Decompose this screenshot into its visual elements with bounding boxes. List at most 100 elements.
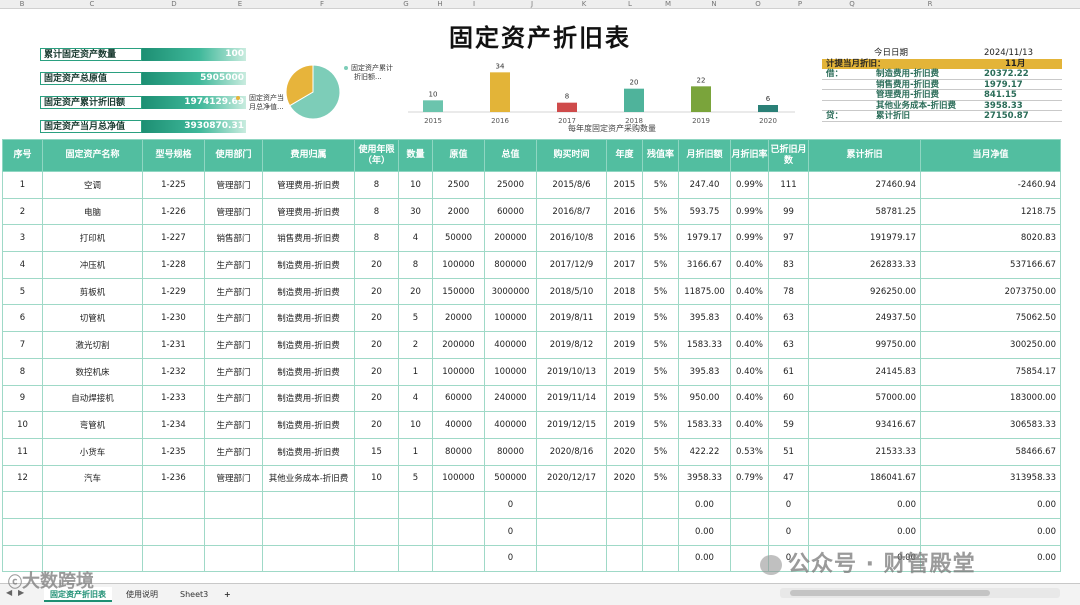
table-cell[interactable]: 593.75 [678, 197, 731, 226]
table-cell[interactable]: 1-232 [142, 357, 205, 386]
table-cell[interactable]: 100000 [432, 251, 485, 279]
table-cell[interactable]: 80000 [432, 437, 485, 466]
table-cell[interactable]: 58781.25 [808, 197, 921, 226]
table-cell[interactable] [642, 491, 679, 519]
table-cell[interactable]: 0.40% [730, 304, 769, 333]
table-cell[interactable]: 100000 [484, 304, 537, 333]
column-letter-i[interactable]: I [473, 0, 475, 9]
table-cell[interactable]: 生产部门 [204, 251, 263, 279]
pie-chart[interactable]: 固定资产累计 折旧额... 固定资产当 月总净值... [236, 58, 416, 128]
table-cell[interactable]: 1218.75 [920, 197, 1061, 226]
table-cell[interactable]: 空调 [42, 171, 143, 199]
table-cell[interactable] [398, 517, 433, 546]
bar-2020[interactable] [758, 105, 778, 112]
table-cell[interactable]: 2019/11/14 [536, 384, 607, 413]
table-cell[interactable]: 生产部门 [204, 384, 263, 413]
table-cell[interactable]: 生产部门 [204, 411, 263, 439]
table-cell[interactable] [142, 491, 205, 519]
table-cell[interactable]: 20 [398, 277, 433, 306]
table-cell[interactable]: 57000.00 [808, 384, 921, 413]
table-cell[interactable]: 8 [354, 197, 399, 226]
column-letter-q[interactable]: Q [849, 0, 855, 9]
table-cell[interactable]: 395.83 [678, 304, 731, 333]
table-cell[interactable]: 100000 [432, 464, 485, 493]
table-cell[interactable]: 2020 [606, 437, 643, 466]
table-cell[interactable]: 5% [642, 411, 679, 439]
column-header[interactable]: 序号 [2, 139, 43, 172]
table-cell[interactable]: 1-235 [142, 437, 205, 466]
bar-2018[interactable] [624, 88, 644, 112]
table-cell[interactable]: 20 [354, 357, 399, 386]
table-cell[interactable]: 5% [642, 331, 679, 359]
table-cell[interactable]: 1-233 [142, 384, 205, 413]
table-cell[interactable]: 1583.33 [678, 411, 731, 439]
table-cell[interactable]: 11875.00 [678, 277, 731, 306]
column-letter-b[interactable]: B [20, 0, 25, 9]
table-cell[interactable] [432, 517, 485, 546]
table-cell[interactable]: 30 [398, 197, 433, 226]
table-cell[interactable]: 2020/8/16 [536, 437, 607, 466]
column-header[interactable]: 当月净值 [920, 139, 1061, 172]
table-cell[interactable]: 电脑 [42, 197, 143, 226]
table-cell[interactable]: 93416.67 [808, 411, 921, 439]
table-cell[interactable]: 4 [398, 384, 433, 413]
table-cell[interactable]: 10 [398, 411, 433, 439]
table-cell[interactable]: 15 [354, 437, 399, 466]
table-cell[interactable]: 0 [484, 544, 537, 573]
sheet-tab-sheet3[interactable]: Sheet3 [174, 587, 214, 602]
table-cell[interactable]: 管理部门 [204, 197, 263, 226]
table-cell[interactable]: 59 [768, 411, 809, 439]
column-header[interactable]: 固定资产名称 [42, 139, 143, 172]
table-cell[interactable]: 生产部门 [204, 437, 263, 466]
table-cell[interactable]: 2019 [606, 384, 643, 413]
table-cell[interactable]: 5% [642, 464, 679, 493]
column-letter-j[interactable]: J [531, 0, 533, 9]
table-cell[interactable]: 24937.50 [808, 304, 921, 333]
table-cell[interactable]: 0.99% [730, 171, 769, 199]
table-cell[interactable]: 247.40 [678, 171, 731, 199]
table-cell[interactable]: 61 [768, 357, 809, 386]
table-cell[interactable]: 262833.33 [808, 251, 921, 279]
table-cell[interactable]: 小货车 [42, 437, 143, 466]
table-cell[interactable]: 1 [398, 437, 433, 466]
column-header[interactable]: 月折旧率 [730, 139, 769, 172]
table-cell[interactable]: 管理费用-折旧费 [262, 197, 355, 226]
entry-amount[interactable]: 1979.17 [984, 80, 1023, 91]
table-cell[interactable]: 2019/12/15 [536, 411, 607, 439]
table-cell[interactable] [2, 517, 43, 546]
column-header[interactable]: 使用部门 [204, 139, 263, 172]
table-cell[interactable]: 汽车 [42, 464, 143, 493]
table-cell[interactable]: 制造费用-折旧费 [262, 437, 355, 466]
table-cell[interactable]: 打印机 [42, 224, 143, 253]
table-cell[interactable]: 2015 [606, 171, 643, 199]
table-cell[interactable]: 926250.00 [808, 277, 921, 306]
table-cell[interactable]: 1-225 [142, 171, 205, 199]
table-cell[interactable]: 20 [354, 331, 399, 359]
table-cell[interactable]: 其他业务成本-折旧费 [262, 464, 355, 493]
table-cell[interactable]: 2016 [606, 224, 643, 253]
table-cell[interactable]: 2017/12/9 [536, 251, 607, 279]
table-cell[interactable]: 制造费用-折旧费 [262, 357, 355, 386]
table-cell[interactable]: 0.00 [920, 517, 1061, 546]
table-cell[interactable]: 21533.33 [808, 437, 921, 466]
table-cell[interactable]: 950.00 [678, 384, 731, 413]
table-cell[interactable]: 剪板机 [42, 277, 143, 306]
scrollbar-thumb[interactable] [790, 590, 990, 596]
table-cell[interactable] [606, 517, 643, 546]
table-cell[interactable]: 8 [354, 224, 399, 253]
table-cell[interactable]: 20 [354, 277, 399, 306]
column-letter-d[interactable]: D [171, 0, 176, 9]
table-cell[interactable]: 422.22 [678, 437, 731, 466]
table-cell[interactable]: 0.00 [920, 491, 1061, 519]
table-cell[interactable]: 63 [768, 304, 809, 333]
horizontal-scrollbar[interactable] [780, 588, 1060, 598]
entry-amount[interactable]: 841.15 [984, 90, 1017, 101]
table-cell[interactable]: 生产部门 [204, 277, 263, 306]
table-cell[interactable]: 制造费用-折旧费 [262, 251, 355, 279]
table-cell[interactable]: 2016/8/7 [536, 197, 607, 226]
table-cell[interactable]: 1 [398, 357, 433, 386]
table-cell[interactable]: 2018 [606, 277, 643, 306]
table-cell[interactable]: 自动焊接机 [42, 384, 143, 413]
table-cell[interactable]: 10 [398, 171, 433, 199]
table-cell[interactable]: 生产部门 [204, 357, 263, 386]
